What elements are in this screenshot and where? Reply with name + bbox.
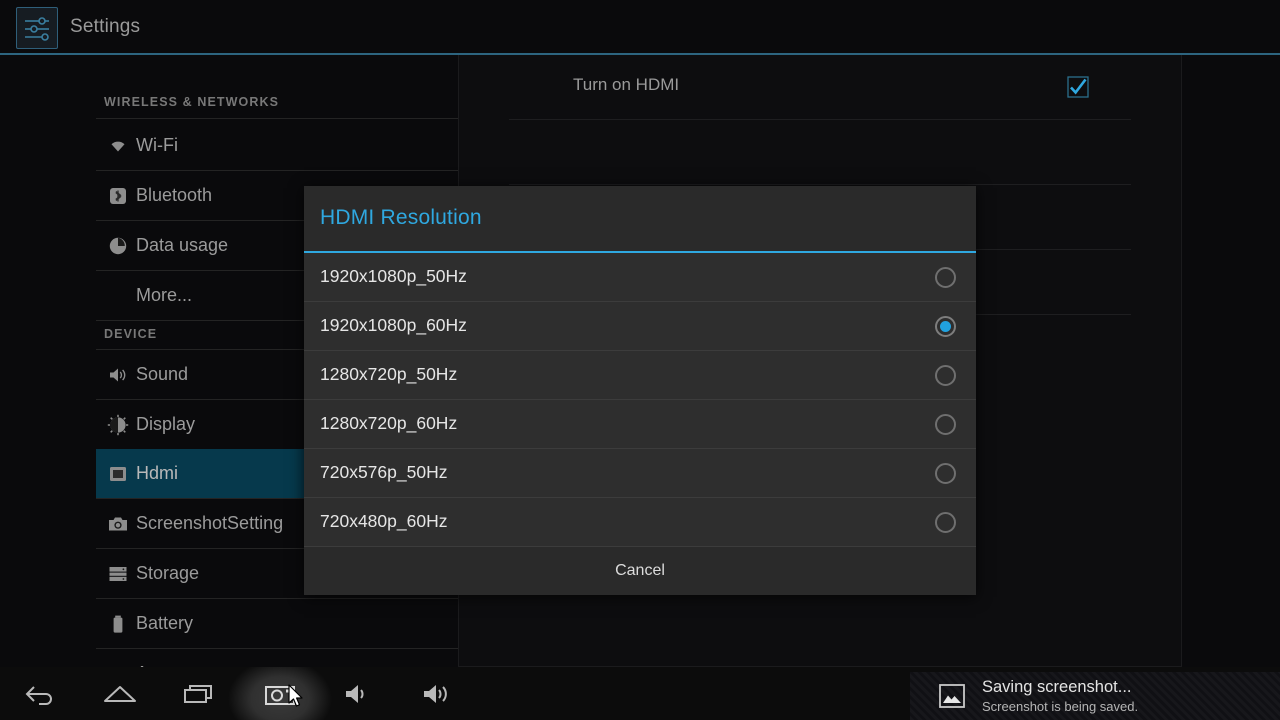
sidebar-item-label: More... xyxy=(136,285,193,305)
option-radio[interactable] xyxy=(935,365,956,386)
hdmi-resolution-dialog: HDMI Resolution 1920x1080p_50Hz 1920x108… xyxy=(304,186,976,595)
cancel-button[interactable]: Cancel xyxy=(304,546,976,595)
hdmi-icon xyxy=(106,462,130,486)
sidebar-item-label: Wi-Fi xyxy=(136,135,178,155)
option-label: 1280x720p_50Hz xyxy=(320,364,458,384)
sound-icon xyxy=(106,363,130,387)
option-radio-selected[interactable] xyxy=(935,316,956,337)
display-icon xyxy=(106,413,130,437)
option-radio[interactable] xyxy=(935,463,956,484)
option-label: 1920x1080p_60Hz xyxy=(320,315,467,335)
toast-subtitle: Screenshot is being saved. xyxy=(982,699,1139,714)
resolution-option-row[interactable]: 1920x1080p_50Hz xyxy=(304,253,976,302)
sidebar-divider xyxy=(96,118,458,119)
sidebar-item-wifi[interactable]: Wi-Fi xyxy=(96,121,458,170)
option-radio[interactable] xyxy=(935,267,956,288)
screenshot-camera-icon[interactable] xyxy=(240,667,320,720)
option-radio[interactable] xyxy=(935,512,956,533)
setting-row-turn-on-hdmi[interactable]: Turn on HDMI xyxy=(459,55,1181,120)
sidebar-item-label: Storage xyxy=(136,563,200,583)
back-arrow-icon[interactable] xyxy=(0,667,80,720)
sidebar-header-wireless: WIRELESS & NETWORKS xyxy=(104,95,280,109)
resolution-option-row[interactable]: 1280x720p_50Hz xyxy=(304,351,976,400)
turn-on-hdmi-checkbox[interactable] xyxy=(1067,76,1089,98)
setting-row-placeholder[interactable] xyxy=(459,120,1181,185)
screenshot-notification-toast[interactable]: Saving screenshot... Screenshot is being… xyxy=(910,672,1280,720)
option-label: 1920x1080p_50Hz xyxy=(320,266,467,286)
sidebar-item-label: Display xyxy=(136,414,196,434)
mouse-cursor xyxy=(288,684,306,715)
title-bar: Settings xyxy=(0,0,1280,55)
sidebar-item-label: Hdmi xyxy=(136,463,179,483)
battery-icon xyxy=(106,612,130,636)
volume-up-icon[interactable] xyxy=(400,667,480,720)
settings-sliders-icon xyxy=(16,7,58,49)
resolution-option-row[interactable]: 720x576p_50Hz xyxy=(304,449,976,498)
resolution-option-row[interactable]: 720x480p_60Hz xyxy=(304,498,976,547)
sidebar-item-label: ScreenshotSetting xyxy=(136,513,284,533)
sidebar-item-battery[interactable]: Battery xyxy=(96,599,458,648)
storage-icon xyxy=(106,562,130,586)
data-usage-icon xyxy=(106,234,130,258)
setting-label: Turn on HDMI xyxy=(573,75,680,94)
option-label: 720x480p_60Hz xyxy=(320,511,448,531)
dialog-footer: Cancel xyxy=(304,546,976,595)
bluetooth-icon xyxy=(106,184,130,208)
option-radio[interactable] xyxy=(935,414,956,435)
sidebar-item-label: Sound xyxy=(136,364,189,384)
app-title: Settings xyxy=(70,16,141,37)
resolution-option-row[interactable]: 1920x1080p_60Hz xyxy=(304,302,976,351)
image-icon xyxy=(938,683,966,709)
camera-icon xyxy=(106,512,130,536)
workspace: WIRELESS & NETWORKS Wi-Fi Bluetooth Data… xyxy=(0,55,1280,683)
wifi-icon xyxy=(106,134,130,158)
sidebar-item-label: Battery xyxy=(136,613,194,633)
option-label: 720x576p_50Hz xyxy=(320,462,448,482)
sidebar-item-label: Bluetooth xyxy=(136,185,213,205)
resolution-option-row[interactable]: 1280x720p_60Hz xyxy=(304,400,976,449)
toast-title: Saving screenshot... xyxy=(982,678,1132,696)
home-icon[interactable] xyxy=(80,667,160,720)
dialog-title: HDMI Resolution xyxy=(320,206,482,229)
sidebar-item-label: Data usage xyxy=(136,235,229,255)
volume-down-icon[interactable] xyxy=(320,667,400,720)
option-label: 1280x720p_60Hz xyxy=(320,413,458,433)
